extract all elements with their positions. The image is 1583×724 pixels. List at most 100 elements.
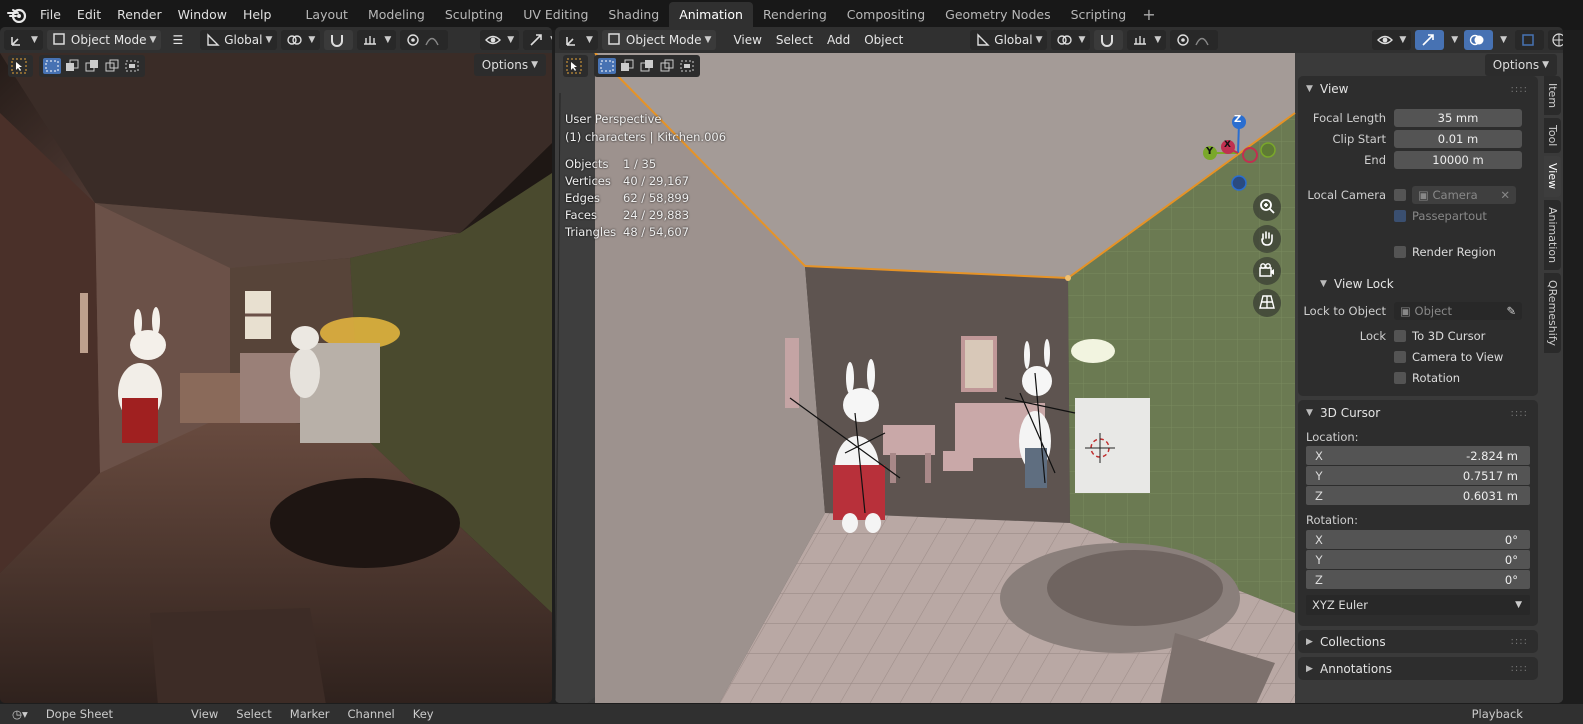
left-options-dropdown[interactable]: Options ▼ (473, 54, 546, 76)
mode-extend-icon[interactable] (618, 58, 636, 74)
rendered-view[interactable] (0, 53, 552, 703)
clip-start-field[interactable]: 0.01 m (1394, 130, 1522, 148)
mode-invert-icon[interactable] (658, 58, 676, 74)
tab-rendering[interactable]: Rendering (753, 2, 837, 28)
view-panel-header[interactable]: ▼ View:::: (1298, 76, 1538, 102)
grip-icon[interactable]: :::: (1511, 636, 1528, 647)
perspective-toggle-button[interactable] (1253, 289, 1281, 317)
transform-orientation-dropdown[interactable]: Global ▼ (200, 30, 278, 50)
grip-icon[interactable]: :::: (1511, 408, 1528, 419)
bottom-menu-key[interactable]: Key (404, 707, 443, 721)
gizmo-dropdown[interactable]: ▼ (523, 30, 552, 50)
dope-sheet-editor-icon[interactable]: ◷▾ (0, 707, 37, 721)
passepartout-checkbox[interactable] (1394, 210, 1406, 222)
hamburger-menu-icon[interactable]: ☰ (165, 33, 190, 47)
add-workspace-button[interactable]: + (1136, 2, 1161, 28)
navigation-gizmo[interactable]: Z Y X (1195, 111, 1285, 201)
gizmo-toggle-right[interactable] (1415, 30, 1445, 50)
overlay-dropdown-arrow[interactable]: ▼ (1500, 35, 1507, 45)
snap-toggle-right[interactable] (1094, 30, 1124, 50)
camera-to-view-checkbox[interactable] (1394, 351, 1406, 363)
cursor-location-x[interactable]: X -2.824 m (1306, 446, 1530, 465)
clear-x-icon[interactable]: ✕ (1500, 186, 1516, 204)
snap-target-dropdown-right[interactable]: ▼ (1127, 30, 1167, 50)
bottom-menu-channel[interactable]: Channel (339, 707, 404, 721)
tab-layout[interactable]: Layout (295, 2, 358, 28)
rotation-mode-dropdown[interactable]: XYZ Euler ▼ (1306, 595, 1530, 615)
editor-type-button-right[interactable]: ▼ (559, 30, 598, 50)
annotations-panel-header[interactable]: ▶ Annotations:::: (1298, 657, 1538, 680)
collections-panel-header[interactable]: ▶ Collections:::: (1298, 630, 1538, 653)
tab-scripting[interactable]: Scripting (1061, 2, 1137, 28)
camera-field[interactable]: ▣ Camera ✕ (1412, 186, 1516, 204)
visibility-dropdown[interactable]: ▼ (480, 30, 520, 50)
mode-set-icon[interactable] (43, 58, 61, 74)
tab-uv-editing[interactable]: UV Editing (513, 2, 598, 28)
mode-set-icon[interactable] (598, 58, 616, 74)
menu-window[interactable]: Window (170, 2, 235, 28)
transform-orientation-dropdown-right[interactable]: Global ▼ (970, 30, 1048, 50)
tab-shading[interactable]: Shading (598, 2, 669, 28)
right-options-dropdown[interactable]: Options ▼ (1484, 54, 1557, 76)
pan-button[interactable] (1253, 225, 1281, 253)
tab-modeling[interactable]: Modeling (358, 2, 435, 28)
zoom-button[interactable] (1253, 193, 1281, 221)
render-region-checkbox[interactable] (1394, 246, 1406, 258)
bottom-menu-select[interactable]: Select (227, 707, 280, 721)
cursor-location-y[interactable]: Y 0.7517 m (1306, 466, 1530, 485)
tab-sculpting[interactable]: Sculpting (435, 2, 513, 28)
focal-length-field[interactable]: 35 mm (1394, 109, 1522, 127)
snap-toggle[interactable] (324, 30, 354, 50)
tab-animation-side[interactable]: Animation (1544, 199, 1561, 270)
tab-tool[interactable]: Tool (1544, 118, 1561, 154)
to-3d-cursor-checkbox[interactable] (1394, 330, 1406, 342)
snap-target-dropdown[interactable]: ▼ (357, 30, 397, 50)
menu-render[interactable]: Render (109, 2, 170, 28)
gizmo-dropdown-arrow[interactable]: ▼ (1451, 35, 1458, 45)
lock-rotation-checkbox[interactable] (1394, 372, 1406, 384)
tab-qremeshify[interactable]: QRemeshify (1544, 272, 1561, 353)
cursor-rotation-y[interactable]: Y 0° (1306, 550, 1530, 569)
overlay-toggle-right[interactable] (1464, 30, 1494, 50)
xray-toggle[interactable] (1515, 30, 1545, 50)
tab-geometry-nodes[interactable]: Geometry Nodes (935, 2, 1060, 28)
proportional-edit-toggle-right[interactable] (1170, 30, 1219, 50)
wireframe-shading-icon[interactable] (1551, 32, 1563, 48)
local-camera-checkbox[interactable] (1394, 189, 1406, 201)
mode-intersect-icon[interactable] (678, 58, 696, 74)
mode-extend-icon[interactable] (63, 58, 81, 74)
pivot-point-dropdown-right[interactable]: ▼ (1051, 30, 1091, 50)
bottom-menu-marker[interactable]: Marker (281, 707, 339, 721)
menu-file[interactable]: File (32, 2, 69, 28)
cursor-rotation-x[interactable]: X 0° (1306, 530, 1530, 549)
tab-compositing[interactable]: Compositing (837, 2, 935, 28)
bottom-menu-view[interactable]: View (182, 707, 227, 721)
menu-edit[interactable]: Edit (69, 2, 109, 28)
cursor-location-z[interactable]: Z 0.6031 m (1306, 486, 1530, 505)
object-mode-dropdown[interactable]: Object Mode ▼ (46, 30, 162, 50)
tab-animation[interactable]: Animation (669, 2, 753, 28)
mode-intersect-icon[interactable] (123, 58, 141, 74)
menu-view[interactable]: View (726, 33, 768, 47)
select-tool-button-right[interactable] (563, 55, 588, 77)
select-tool-button[interactable] (8, 55, 33, 77)
menu-help[interactable]: Help (235, 2, 280, 28)
eyedropper-icon[interactable]: ✎ (1506, 302, 1522, 320)
editor-type-button[interactable]: ▼ (4, 30, 43, 50)
lock-object-field[interactable]: ▣ Object ✎ (1394, 302, 1522, 320)
pivot-point-dropdown[interactable]: ▼ (281, 30, 321, 50)
cursor-rotation-z[interactable]: Z 0° (1306, 570, 1530, 589)
grip-icon[interactable]: :::: (1511, 663, 1528, 674)
tab-view[interactable]: View (1544, 156, 1561, 197)
mode-subtract-icon[interactable] (638, 58, 656, 74)
visibility-dropdown-right[interactable]: ▼ (1372, 30, 1412, 50)
dope-sheet-mode[interactable]: Dope Sheet (37, 707, 122, 721)
bottom-menu-playback[interactable]: Playback (1463, 707, 1532, 721)
mode-subtract-icon[interactable] (83, 58, 101, 74)
proportional-edit-toggle[interactable] (400, 30, 449, 50)
menu-select[interactable]: Select (769, 33, 820, 47)
mode-invert-icon[interactable] (103, 58, 121, 74)
grip-icon[interactable]: :::: (1511, 84, 1528, 95)
view-lock-header[interactable]: ▼ View Lock (1298, 271, 1538, 297)
menu-object[interactable]: Object (857, 33, 910, 47)
